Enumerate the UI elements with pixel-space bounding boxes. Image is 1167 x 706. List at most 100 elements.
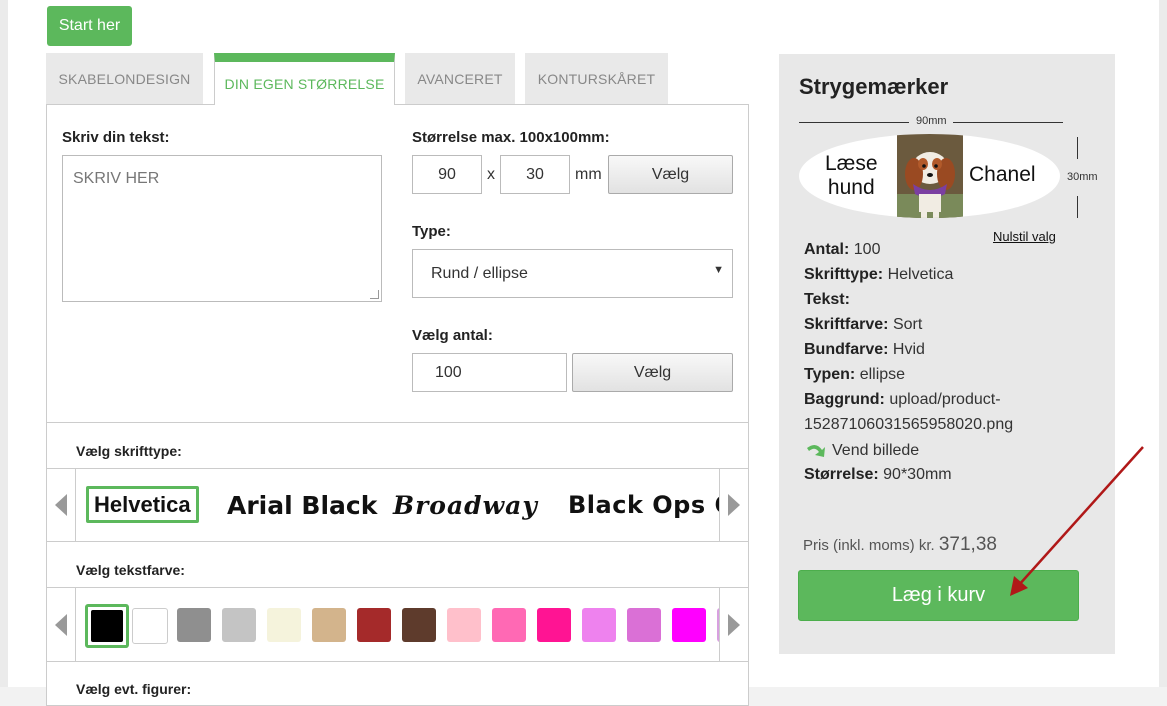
- info-size: Størrelse: 90*30mm: [804, 466, 952, 484]
- font-prev-button[interactable]: [47, 469, 76, 541]
- size-separator: x: [487, 166, 495, 183]
- design-panel: Skriv din tekst: SKRIV HER Størrelse max…: [46, 104, 749, 706]
- color-swatch[interactable]: [402, 608, 436, 642]
- arrow-left-icon: [55, 613, 67, 636]
- color-swatch[interactable]: [312, 608, 346, 642]
- info-text: Tekst:: [804, 291, 850, 309]
- text-label: Skriv din tekst:: [62, 129, 170, 146]
- info-key: Tekst:: [804, 291, 850, 308]
- info-key: Baggrund:: [804, 391, 885, 408]
- color-swatch[interactable]: [672, 608, 706, 642]
- color-swatch[interactable]: [447, 608, 481, 642]
- font-option-broadway[interactable]: Broadway: [393, 469, 538, 541]
- flip-arrow-icon: [807, 444, 825, 457]
- info-key: Bundfarve:: [804, 341, 889, 358]
- flip-image-link[interactable]: Vend billede: [804, 441, 919, 461]
- info-key: Antal:: [804, 241, 850, 258]
- type-label: Type:: [412, 223, 451, 240]
- color-carousel: [47, 587, 748, 662]
- info-text-color: Skriftfarve: Sort: [804, 316, 922, 334]
- size-choose-button[interactable]: Vælg: [608, 155, 733, 194]
- info-background-file: 1528710603156595802​0.png: [804, 416, 1014, 433]
- info-value: 90*30mm: [883, 466, 952, 483]
- qty-choose-button[interactable]: Vælg: [572, 353, 733, 392]
- reset-link[interactable]: Nulstil valg: [993, 229, 1056, 244]
- font-next-button[interactable]: [719, 469, 748, 541]
- size-unit: mm: [575, 166, 602, 183]
- size-label: Størrelse max. 100x100mm:: [412, 129, 610, 146]
- preview-text-right: Chanel: [969, 163, 1036, 186]
- color-swatch[interactable]: [132, 608, 168, 644]
- color-label: Vælg tekstfarve:: [76, 562, 185, 578]
- left-edge: [0, 0, 8, 687]
- tab-custom-size[interactable]: DIN EGEN STØRRELSE: [214, 53, 395, 105]
- info-key: Størrelse:: [804, 466, 879, 483]
- swatch-fill: [91, 610, 123, 642]
- page: Start her SKABELONDESIGN DIN EGEN STØRRE…: [8, 0, 1159, 706]
- divider: [47, 422, 748, 423]
- color-swatch[interactable]: [267, 608, 301, 642]
- arrow-right-icon: [728, 494, 740, 516]
- width-dim: 90mm: [916, 115, 947, 127]
- preview-text-left: Læse hund: [825, 152, 878, 200]
- color-swatch[interactable]: [492, 608, 526, 642]
- tab-template-design[interactable]: SKABELONDESIGN: [46, 53, 203, 104]
- qty-input[interactable]: 100: [412, 353, 567, 392]
- height-dim-line: [1077, 196, 1078, 218]
- info-type: Typen: ellipse: [804, 366, 905, 384]
- info-key: Typen:: [804, 366, 856, 383]
- color-next-button[interactable]: [719, 588, 748, 661]
- height-dim: 30mm: [1067, 171, 1098, 183]
- right-edge: [1159, 0, 1167, 687]
- color-swatch[interactable]: [222, 608, 256, 642]
- width-input[interactable]: 90: [412, 155, 482, 194]
- font-label: Vælg skrifttype:: [76, 443, 182, 459]
- start-here-button[interactable]: Start her: [47, 6, 132, 46]
- qty-value: 100: [435, 363, 462, 381]
- arrow-left-icon: [55, 494, 67, 516]
- color-swatch[interactable]: [177, 608, 211, 642]
- tab-contour-cut[interactable]: KONTURSKÅRET: [525, 53, 668, 104]
- height-input[interactable]: 30: [500, 155, 570, 194]
- product-title: Strygemærker: [799, 74, 949, 99]
- dropdown-arrow-icon: ▼: [713, 264, 724, 276]
- color-swatch[interactable]: [357, 608, 391, 642]
- label-preview: Læse hund Chanel: [799, 134, 1060, 218]
- info-bg-color: Bundfarve: Hvid: [804, 341, 925, 359]
- color-swatch[interactable]: [85, 604, 129, 648]
- figures-label: Vælg evt. figurer:: [76, 681, 192, 697]
- preview-line-2: hund: [827, 176, 875, 199]
- info-key: Skriftfarve:: [804, 316, 889, 333]
- info-value: Sort: [892, 316, 923, 333]
- dog-photo-image: [897, 134, 963, 218]
- text-input[interactable]: SKRIV HER: [62, 155, 382, 302]
- price-amount: 371,38: [938, 534, 997, 555]
- font-option-arial-black[interactable]: Arial Black: [227, 469, 377, 541]
- type-select[interactable]: Rund / ellipse ▼: [412, 249, 733, 298]
- info-key: Skrifttype:: [804, 266, 884, 283]
- width-dim-line: [799, 122, 909, 123]
- font-carousel: Helvetica Arial Black Broadway Black Ops…: [47, 468, 748, 542]
- arrow-right-icon: [728, 613, 740, 636]
- color-prev-button[interactable]: [47, 588, 76, 661]
- info-value: upload/product-: [889, 391, 1001, 408]
- height-dim-line: [1077, 137, 1078, 159]
- font-option-helvetica[interactable]: Helvetica: [86, 486, 199, 523]
- qty-label: Vælg antal:: [412, 327, 493, 344]
- info-value: Helvetica: [887, 266, 954, 283]
- tab-advanced[interactable]: AVANCERET: [405, 53, 515, 104]
- color-swatch[interactable]: [582, 608, 616, 642]
- info-value: Hvid: [892, 341, 925, 358]
- color-swatch[interactable]: [627, 608, 661, 642]
- resize-grip-icon[interactable]: [370, 290, 379, 299]
- info-quantity: Antal: 100: [804, 241, 880, 259]
- text-placeholder: SKRIV HER: [73, 170, 160, 187]
- info-background: Baggrund: upload/product-: [804, 391, 1001, 409]
- color-swatch[interactable]: [537, 608, 571, 642]
- price-label: Pris (inkl. moms) kr.: [803, 537, 935, 554]
- annotation-arrow-icon: [1010, 446, 1144, 596]
- info-value: 100: [853, 241, 881, 258]
- flip-label: Vend billede: [832, 442, 920, 459]
- type-selected: Rund / ellipse: [431, 264, 528, 282]
- info-font: Skrifttype: Helvetica: [804, 266, 953, 284]
